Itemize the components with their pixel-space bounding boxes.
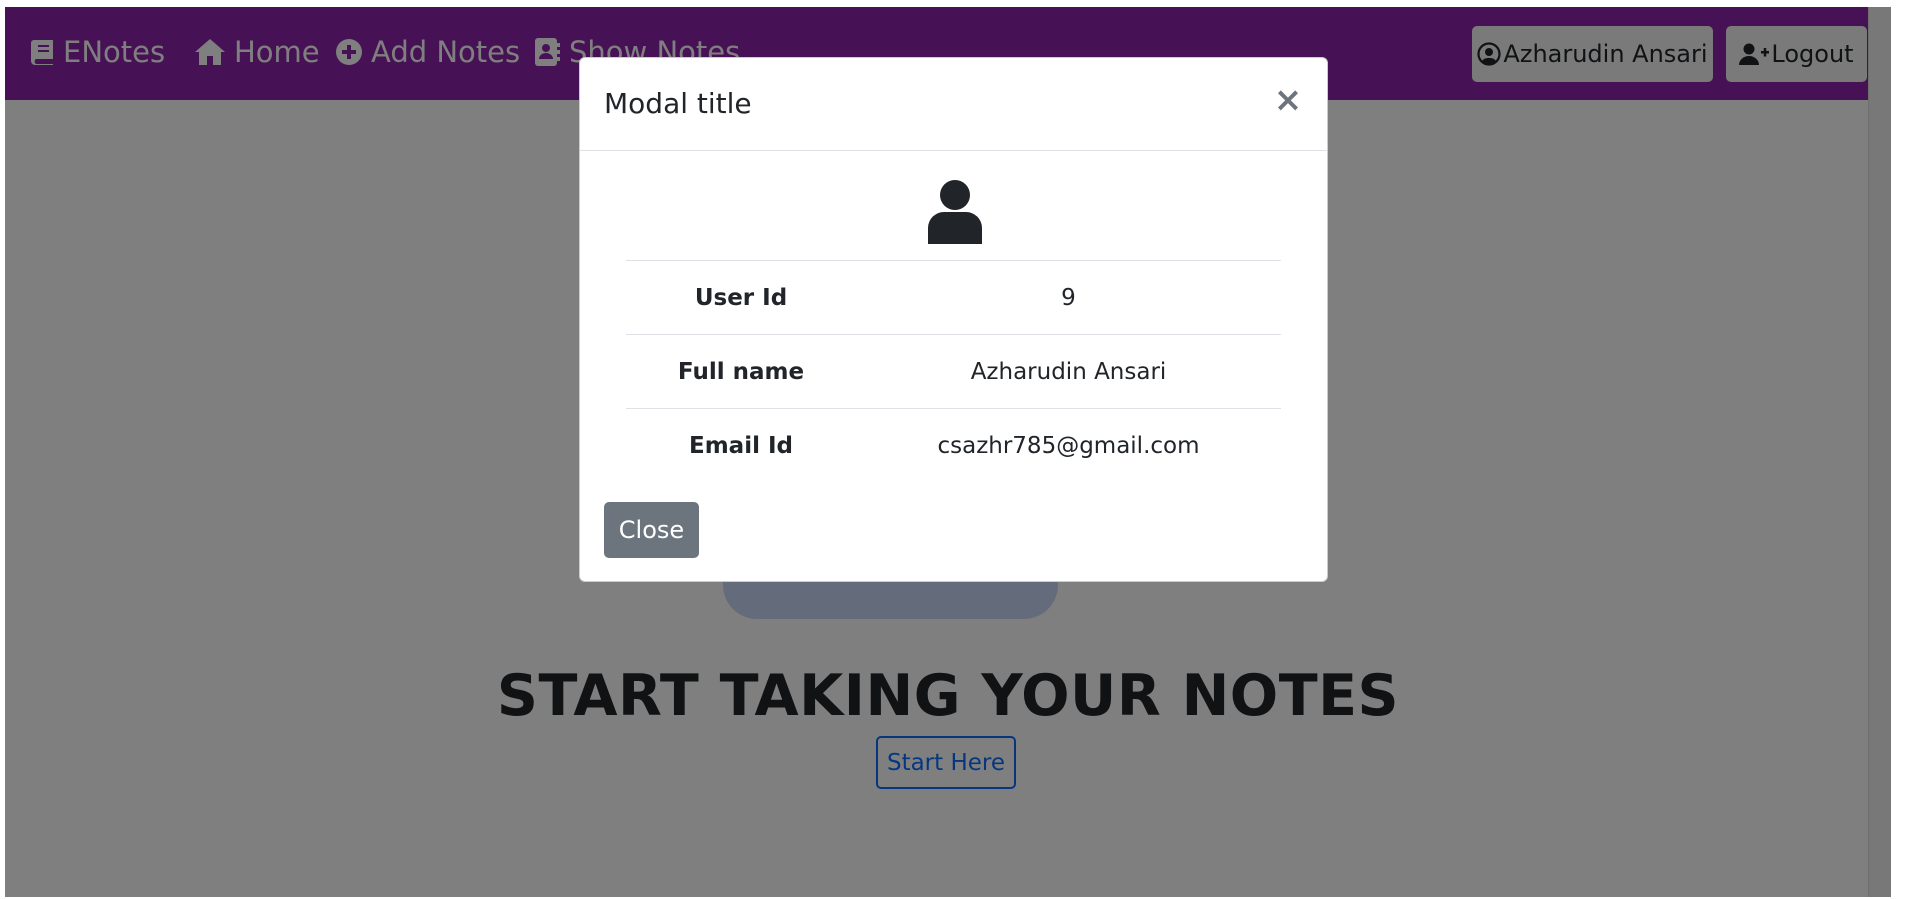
- email-label: Email Id: [626, 408, 856, 482]
- email-value: csazhr785@gmail.com: [856, 408, 1281, 482]
- table-row: Email Id csazhr785@gmail.com: [626, 408, 1281, 482]
- full-name-label: Full name: [626, 334, 856, 409]
- table-row: User Id 9: [626, 260, 1281, 335]
- close-button[interactable]: Close: [604, 502, 699, 558]
- browser-viewport: ENotes Home Add Notes: [5, 7, 1891, 897]
- modal-header: Modal title ×: [580, 58, 1327, 151]
- user-id-label: User Id: [626, 260, 856, 335]
- user-id-value: 9: [856, 260, 1281, 335]
- modal-title: Modal title: [604, 87, 752, 120]
- user-icon: [928, 180, 982, 244]
- user-info-table: User Id 9 Full name Azharudin Ansari Ema…: [626, 260, 1281, 482]
- profile-modal: Modal title × User Id 9 Full name Azharu…: [579, 57, 1328, 582]
- table-row: Full name Azharudin Ansari: [626, 334, 1281, 409]
- close-icon[interactable]: ×: [1273, 80, 1303, 120]
- full-name-value: Azharudin Ansari: [856, 334, 1281, 409]
